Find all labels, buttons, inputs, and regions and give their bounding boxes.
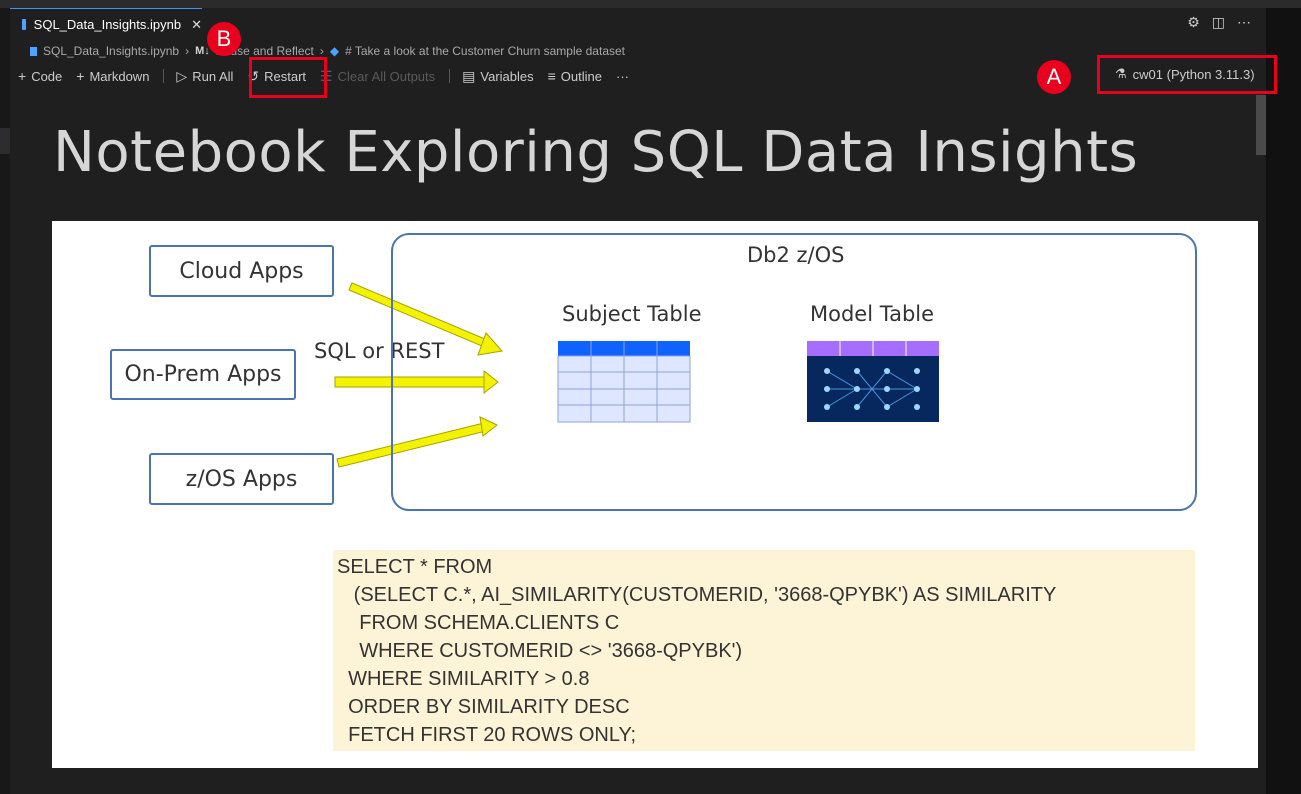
add-markdown-label: Markdown <box>89 68 150 84</box>
more-actions-icon[interactable]: ⋯ <box>1237 14 1251 31</box>
close-tab-icon[interactable]: ✕ <box>191 17 202 33</box>
annotation-box-a <box>1097 55 1277 94</box>
plus-icon: + <box>18 68 27 84</box>
add-code-label: Code <box>31 68 63 84</box>
sql-line: SELECT * FROM <box>337 556 493 578</box>
clear-all-outputs-button[interactable]: ☰ Clear All Outputs <box>320 68 435 85</box>
outline-label: Outline <box>560 68 602 84</box>
chevron-right-icon: › <box>319 44 324 58</box>
settings-icon[interactable]: ⚙ <box>1187 14 1200 31</box>
run-all-button[interactable]: ▷ Run All <box>176 68 233 85</box>
clear-outputs-label: Clear All Outputs <box>337 68 436 84</box>
chevron-right-icon: › <box>185 44 190 58</box>
toolbar-more-button[interactable]: ··· <box>616 69 629 84</box>
annotation-badge-a: A <box>1037 60 1071 94</box>
onprem-apps-box: On-Prem Apps <box>110 349 296 400</box>
sql-line: WHERE SIMILARITY > 0.8 <box>337 668 590 690</box>
sql-line: ORDER BY SIMILARITY DESC <box>337 696 630 718</box>
breadcrumb-cell[interactable]: # Take a look at the Customer Churn samp… <box>345 44 625 58</box>
notebook-heading: Notebook Exploring SQL Data Insights <box>53 120 1139 185</box>
markdown-icon: M↓ <box>195 45 210 57</box>
sql-line: FETCH FIRST 20 ROWS ONLY; <box>337 724 637 746</box>
breadcrumb-file[interactable]: SQL_Data_Insights.ipynb <box>43 44 179 58</box>
add-code-button[interactable]: + Code <box>18 68 62 84</box>
sql-line: WHERE CUSTOMERID <> '3668-QPYBK') <box>337 640 743 662</box>
variables-button[interactable]: ▤ Variables <box>462 68 533 85</box>
db2-label: Db2 z/OS <box>747 243 845 267</box>
sql-query-block: SELECT * FROM (SELECT C.*, AI_SIMILARITY… <box>333 550 1195 751</box>
db2-container <box>391 233 1197 511</box>
cloud-apps-box: Cloud Apps <box>149 245 334 297</box>
sql-line: FROM SCHEMA.CLIENTS C <box>337 612 620 634</box>
activity-marker <box>0 128 10 154</box>
cell-icon: ◆ <box>329 44 340 58</box>
diagram-image: Cloud Apps On-Prem Apps z/OS Apps SQL or… <box>52 221 1258 768</box>
split-editor-icon[interactable]: ◫ <box>1212 14 1225 31</box>
activity-strip <box>0 8 10 794</box>
run-all-icon: ▷ <box>176 67 188 84</box>
annotation-badge-b: B <box>207 22 241 56</box>
model-table-label: Model Table <box>810 302 935 326</box>
notebook-toolbar: + Code + Markdown ▷ Run All ↺ Restart ☰ Clear… <box>18 66 643 86</box>
breadcrumb: SQL_Data_Insights.ipynb › M↓ Pause and R… <box>30 44 625 58</box>
plus-icon: + <box>76 68 85 84</box>
run-all-label: Run All <box>192 68 234 84</box>
outline-button[interactable]: ≡ Outline <box>548 68 602 84</box>
variables-label: Variables <box>480 68 534 84</box>
tab-notebook[interactable]: SQL_Data_Insights.ipynb ✕ <box>10 8 202 40</box>
add-markdown-button[interactable]: + Markdown <box>76 68 149 84</box>
toolbar-divider <box>449 69 451 83</box>
sql-line: (SELECT C.*, AI_SIMILARITY(CUSTOMERID, '… <box>337 584 1057 606</box>
variables-icon: ▤ <box>462 67 476 84</box>
title-bar <box>0 0 1301 8</box>
more-icon: ··· <box>616 68 629 84</box>
scrollbar-thumb[interactable] <box>1256 95 1266 155</box>
notebook-file-icon <box>30 46 37 56</box>
notebook-file-icon <box>22 19 26 30</box>
zos-apps-box: z/OS Apps <box>149 453 334 505</box>
right-margin <box>1266 8 1301 794</box>
outline-icon: ≡ <box>547 68 556 84</box>
annotation-box-b <box>249 57 327 98</box>
subject-table-label: Subject Table <box>562 302 702 326</box>
editor-actions: ⚙ ◫ ⋯ <box>1187 14 1251 31</box>
tab-label: SQL_Data_Insights.ipynb <box>33 17 182 32</box>
toolbar-divider <box>163 69 165 83</box>
